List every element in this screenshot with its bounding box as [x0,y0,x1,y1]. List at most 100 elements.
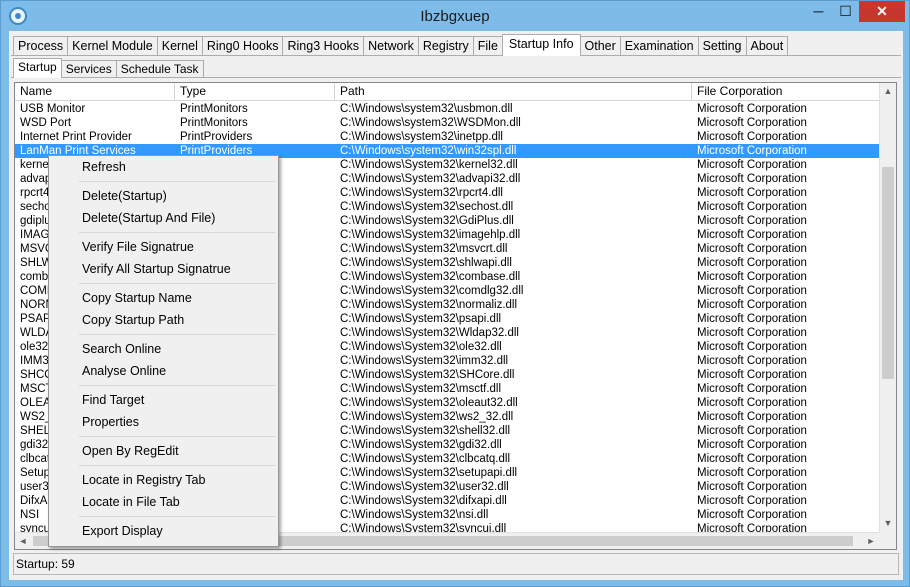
tab-registry[interactable]: Registry [417,36,474,56]
cell-file-corporation: Microsoft Corporation [697,341,807,353]
menu-item-search-online[interactable]: Search Online [49,338,278,360]
window-title: Ibzbgxuep [420,8,490,25]
scroll-right-icon[interactable]: ► [863,533,879,549]
tab-kernel[interactable]: Kernel [156,36,203,56]
cell-path: C:\Windows\system32\win32spl.dll [340,145,517,157]
vertical-scroll-thumb[interactable] [882,167,894,379]
menu-item-export-display[interactable]: Export Display [49,520,278,542]
column-header-path[interactable]: Path [335,83,692,100]
cell-file-corporation: Microsoft Corporation [697,397,807,409]
menu-separator [49,229,278,236]
cell-path: C:\Windows\System32\imm32.dll [340,355,509,367]
cell-path: C:\Windows\System32\user32.dll [340,481,509,493]
cell-path: C:\Windows\System32\setupapi.dll [340,467,518,479]
main-tabs: Process Kernel Module Kernel Ring0 Hooks Rin… [13,34,789,56]
cell-path: C:\Windows\System32\ws2_32.dll [340,411,514,423]
cell-file-corporation: Microsoft Corporation [697,131,807,143]
scroll-up-icon[interactable]: ▲ [880,83,896,100]
scroll-left-icon[interactable]: ◄ [15,533,31,549]
tab-setting[interactable]: Setting [697,36,747,56]
menu-separator [49,462,278,469]
cell-file-corporation: Microsoft Corporation [697,173,807,185]
menu-item-verify-all-startup-signatrue[interactable]: Verify All Startup Signatrue [49,258,278,280]
menu-item-delete-startup[interactable]: Delete(Startup) [49,185,278,207]
table-row[interactable]: Internet Print Provider PrintProviders C:\… [15,130,882,144]
cell-path: C:\Windows\System32\Wldap32.dll [340,327,519,339]
column-header-type[interactable]: Type [175,83,335,100]
tab-ring3-hooks[interactable]: Ring3 Hooks [282,36,365,56]
cell-path: C:\Windows\system32\usbmon.dll [340,103,513,115]
cell-path: C:\Windows\System32\rpcrt4.dll [340,187,503,199]
tab-process[interactable]: Process [13,36,69,56]
sub-tabs: Startup Services Schedule Task [13,58,204,78]
menu-item-delete-startup-and-file[interactable]: Delete(Startup And File) [49,207,278,229]
cell-path: C:\Windows\System32\normaliz.dll [340,299,518,311]
cell-name: WSD Port [20,117,72,129]
close-button[interactable]: ✕ [859,1,905,22]
cell-file-corporation: Microsoft Corporation [697,243,807,255]
menu-item-verify-file-signatrue[interactable]: Verify File Signatrue [49,236,278,258]
cell-file-corporation: Microsoft Corporation [697,383,807,395]
cell-path: C:\Windows\System32\advapi32.dll [340,173,521,185]
cell-path: C:\Windows\System32\GdiPlus.dll [340,215,514,227]
cell-path: C:\Windows\System32\gdi32.dll [340,439,502,451]
menu-item-analyse-online[interactable]: Analyse Online [49,360,278,382]
menu-item-locate-in-registry-tab[interactable]: Locate in Registry Tab [49,469,278,491]
maximize-button[interactable]: ☐ [832,1,859,22]
menu-item-refresh[interactable]: Refresh [49,156,278,178]
cell-path: C:\Windows\system32\inetpp.dll [340,131,503,143]
subtab-startup[interactable]: Startup [13,58,62,78]
cell-file-corporation: Microsoft Corporation [697,453,807,465]
tab-other[interactable]: Other [579,36,621,56]
cell-file-corporation: Microsoft Corporation [697,159,807,171]
cell-file-corporation: Microsoft Corporation [697,313,807,325]
cell-path: C:\Windows\System32\sechost.dll [340,201,514,213]
minimize-button[interactable]: ─ [805,1,832,22]
cell-file-corporation: Microsoft Corporation [697,481,807,493]
table-row[interactable]: USB Monitor PrintMonitors C:\Windows\syste… [15,102,882,116]
cell-path: C:\Windows\System32\shlwapi.dll [340,257,512,269]
cell-type: PrintProviders [180,131,253,143]
table-row[interactable]: WSD Port PrintMonitors C:\Windows\system32… [15,116,882,130]
cell-path: C:\Windows\System32\shell32.dll [340,425,511,437]
menu-item-copy-startup-path[interactable]: Copy Startup Path [49,309,278,331]
menu-item-locate-in-file-tab[interactable]: Locate in File Tab [49,491,278,513]
scroll-down-icon[interactable]: ▼ [880,515,896,532]
cell-type: PrintMonitors [180,103,248,115]
cell-path: C:\Windows\System32\clbcatq.dll [340,453,511,465]
tab-ring0-hooks[interactable]: Ring0 Hooks [201,36,284,56]
cell-path: C:\Windows\System32\difxapi.dll [340,495,507,507]
menu-item-open-by-regedit[interactable]: Open By RegEdit [49,440,278,462]
menu-separator [49,513,278,520]
menu-separator [49,433,278,440]
cell-path: C:\Windows\System32\msctf.dll [340,383,502,395]
subtab-schedule-task[interactable]: Schedule Task [115,60,204,78]
subtab-services[interactable]: Services [60,60,117,78]
column-header-file-corporation[interactable]: File Corporation [692,83,882,100]
cell-name: Internet Print Provider [20,131,132,143]
menu-item-properties[interactable]: Properties [49,411,278,433]
cell-path: C:\Windows\System32\nsi.dll [340,509,489,521]
cell-file-corporation: Microsoft Corporation [697,117,807,129]
cell-file-corporation: Microsoft Corporation [697,355,807,367]
tab-about[interactable]: About [745,36,789,56]
tab-examination[interactable]: Examination [619,36,699,56]
cell-path: C:\Windows\System32\ole32.dll [340,341,502,353]
tab-startup-info[interactable]: Startup Info [501,34,581,56]
cell-file-corporation: Microsoft Corporation [697,257,807,269]
menu-separator [49,331,278,338]
cell-file-corporation: Microsoft Corporation [697,495,807,507]
column-header-name[interactable]: Name [15,83,175,100]
status-count: Startup: 59 [16,557,75,571]
tab-network[interactable]: Network [363,36,419,56]
cell-file-corporation: Microsoft Corporation [697,215,807,227]
menu-item-copy-startup-name[interactable]: Copy Startup Name [49,287,278,309]
cell-path: C:\Windows\System32\combase.dll [340,271,521,283]
menu-item-find-target[interactable]: Find Target [49,389,278,411]
tab-file[interactable]: File [472,36,503,56]
cell-file-corporation: Microsoft Corporation [697,187,807,199]
tab-kernel-module[interactable]: Kernel Module [67,36,158,56]
cell-file-corporation: Microsoft Corporation [697,229,807,241]
vertical-scrollbar[interactable]: ▲ ▼ [879,83,896,532]
cell-file-corporation: Microsoft Corporation [697,299,807,311]
